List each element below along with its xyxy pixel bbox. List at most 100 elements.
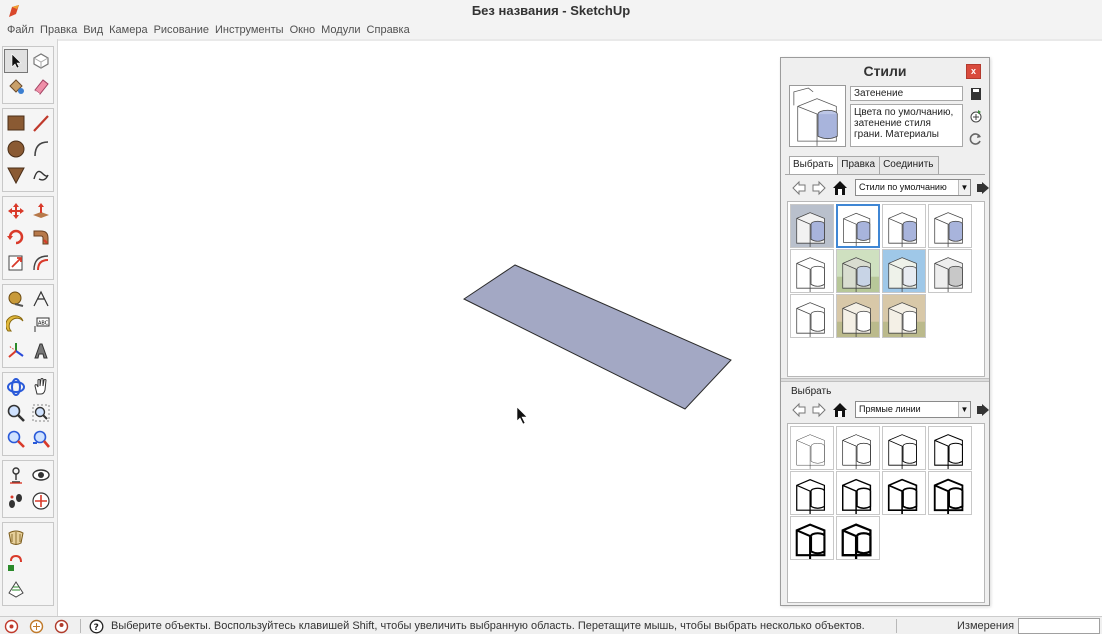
styles-tabs: Выбрать Правка Соединить (789, 156, 939, 174)
status-separator (80, 619, 81, 633)
offset-icon (33, 255, 49, 271)
paint-bucket-tool[interactable] (4, 75, 28, 99)
help-icon[interactable]: ? (89, 619, 104, 634)
menu-plugins[interactable]: Модули (320, 22, 365, 39)
home-button[interactable] (832, 180, 848, 196)
edge-style-thumb-1[interactable] (790, 426, 834, 470)
secondary-back-button[interactable] (791, 402, 807, 418)
menu-camera[interactable]: Камера (108, 22, 152, 39)
look-around-tool[interactable] (29, 463, 53, 487)
component-tool[interactable] (29, 49, 53, 73)
edge-style-thumb-4[interactable] (928, 426, 972, 470)
zoom-extents-tool[interactable] (4, 427, 28, 451)
style-thumb-shaded-textures[interactable] (882, 204, 926, 248)
orbit-tool[interactable] (4, 375, 28, 399)
arrow-left-icon (792, 402, 806, 418)
rectangle-tool[interactable] (4, 111, 28, 135)
style-thumb-shaded[interactable] (836, 204, 880, 248)
tab-edit[interactable]: Правка (837, 156, 881, 174)
menu-window[interactable]: Окно (289, 22, 321, 39)
eraser-tool[interactable] (29, 75, 53, 99)
line-tool[interactable] (29, 111, 53, 135)
polygon-icon (7, 167, 25, 185)
protractor-icon (6, 315, 24, 332)
edge-style-thumb-6[interactable] (836, 471, 880, 515)
create-style-button[interactable] (969, 109, 983, 123)
select-tool[interactable] (4, 49, 28, 73)
secondary-select-label: Выбрать (791, 386, 832, 397)
update-style-button[interactable] (969, 87, 983, 101)
panel-close-button[interactable]: x (966, 64, 981, 79)
style-name-input[interactable] (850, 86, 963, 101)
details-button[interactable] (976, 180, 990, 196)
edge-style-thumb-10[interactable] (836, 516, 880, 560)
style-thumb-construction[interactable] (882, 294, 926, 338)
panel-splitter[interactable] (781, 378, 989, 382)
rotate-tool[interactable] (4, 225, 28, 249)
edge-style-thumb-3[interactable] (882, 426, 926, 470)
edge-style-thumb-5[interactable] (790, 471, 834, 515)
measurements-input[interactable] (1018, 618, 1100, 634)
secondary-home-button[interactable] (832, 402, 848, 418)
geo-location-icon[interactable] (4, 619, 19, 634)
forward-button[interactable] (811, 180, 827, 196)
previous-view-tool[interactable] (29, 427, 53, 451)
tab-select[interactable]: Выбрать (789, 156, 839, 174)
arc-tool[interactable] (29, 137, 53, 161)
style-thumb-monochrome[interactable] (928, 249, 972, 293)
tape-measure-tool[interactable] (4, 287, 28, 311)
style-thumb-sketch-sky[interactable] (882, 249, 926, 293)
smoove-tool[interactable] (4, 551, 28, 575)
polygon-tool[interactable] (4, 163, 28, 187)
dimension-tool[interactable] (29, 287, 53, 311)
collection-dropdown[interactable]: Стили по умолчанию ▼ (855, 179, 971, 196)
refresh-style-button[interactable] (969, 132, 983, 146)
freehand-tool[interactable] (29, 163, 53, 187)
3d-text-tool[interactable] (29, 339, 53, 363)
axes-tool[interactable] (4, 339, 28, 363)
menu-edit[interactable]: Правка (39, 22, 82, 39)
menu-view[interactable]: Вид (82, 22, 108, 39)
edge-style-thumb-2[interactable] (836, 426, 880, 470)
style-thumb-xray[interactable] (790, 249, 834, 293)
refresh-icon (969, 133, 981, 145)
menu-help[interactable]: Справка (366, 22, 415, 39)
style-thumb-shaded-bg[interactable] (790, 204, 834, 248)
edge-style-thumb-9[interactable] (790, 516, 834, 560)
menu-tools[interactable]: Инструменты (214, 22, 289, 39)
menu-draw[interactable]: Рисование (153, 22, 214, 39)
offset-tool[interactable] (29, 251, 53, 275)
push-pull-tool[interactable] (29, 199, 53, 223)
menu-file[interactable]: Файл (6, 22, 39, 39)
sandbox-tool[interactable] (4, 525, 28, 549)
credits-icon[interactable] (29, 619, 44, 634)
style-thumb-hiddenline[interactable] (790, 294, 834, 338)
edge-style-thumb-7[interactable] (882, 471, 926, 515)
secondary-collection-dropdown[interactable]: Прямые линии ▼ (855, 401, 971, 418)
current-style-thumbnail (789, 85, 846, 147)
from-contours-tool[interactable] (4, 577, 28, 601)
scale-tool[interactable] (4, 251, 28, 275)
back-button[interactable] (791, 180, 807, 196)
style-thumb-sketch-green[interactable] (836, 249, 880, 293)
sign-in-icon[interactable] (54, 619, 69, 634)
rectangle-face[interactable] (463, 264, 732, 410)
position-camera-tool[interactable] (4, 463, 28, 487)
move-tool[interactable] (4, 199, 28, 223)
zoom-window-tool[interactable] (29, 401, 53, 425)
edge-style-thumb-8[interactable] (928, 471, 972, 515)
follow-me-tool[interactable] (29, 225, 53, 249)
style-description[interactable]: Цвета по умолчанию, затенение стиля гран… (850, 104, 963, 147)
style-thumb-sketchy-beige[interactable] (836, 294, 880, 338)
walk-tool[interactable] (4, 489, 28, 513)
tab-mix[interactable]: Соединить (879, 156, 939, 174)
style-thumb-shaded-gray[interactable] (928, 204, 972, 248)
text-tool[interactable]: ABC (29, 313, 53, 337)
secondary-details-button[interactable] (976, 402, 990, 418)
zoom-tool[interactable] (4, 401, 28, 425)
secondary-forward-button[interactable] (811, 402, 827, 418)
pan-tool[interactable] (29, 375, 53, 399)
section-plane-tool[interactable] (29, 489, 53, 513)
protractor-tool[interactable] (4, 313, 28, 337)
circle-tool[interactable] (4, 137, 28, 161)
